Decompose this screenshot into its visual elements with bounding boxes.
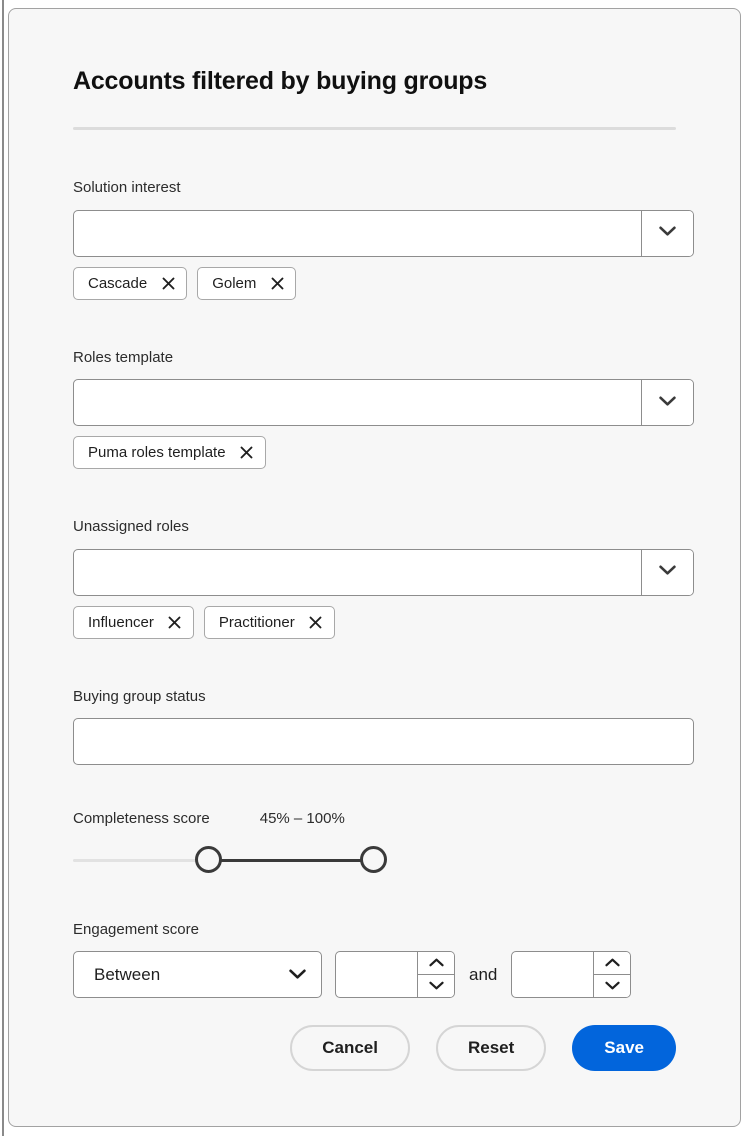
engagement-min-decrement-button[interactable] [418, 975, 454, 997]
roles-template-input[interactable] [74, 380, 641, 425]
engagement-min-input[interactable] [336, 952, 417, 997]
engagement-max-decrement-button[interactable] [594, 975, 631, 997]
close-icon[interactable] [309, 615, 323, 629]
chip-label: Golem [212, 274, 257, 292]
chevron-down-icon [289, 965, 306, 985]
title-divider [73, 127, 676, 130]
unassigned-roles-input[interactable] [74, 549, 641, 595]
reset-button[interactable]: Reset [435, 1025, 547, 1071]
engagement-max-input[interactable] [512, 952, 594, 997]
chevron-down-icon [659, 394, 676, 412]
chevron-up-icon [428, 954, 444, 972]
engagement-score-label: Engagement score [73, 920, 199, 938]
field-engagement-score: Engagement score Between and [73, 920, 676, 998]
close-icon[interactable] [168, 615, 182, 629]
chevron-up-icon [605, 954, 620, 972]
filter-dialog: Accounts filtered by buying groups Solut… [8, 8, 741, 1127]
window-edge-sliver [2, 0, 4, 1136]
unassigned-roles-combobox[interactable] [73, 548, 694, 596]
unassigned-roles-dropdown-button[interactable] [641, 549, 693, 595]
cancel-button[interactable]: Cancel [290, 1025, 410, 1071]
buying-group-status-label: Buying group status [73, 687, 206, 705]
slider-handle-max[interactable] [359, 845, 387, 873]
unassigned-roles-chip-list: Influencer Practitioner [73, 605, 676, 639]
field-roles-template: Roles template Puma roles template [73, 348, 694, 469]
chip[interactable]: Golem [197, 266, 297, 300]
roles-template-chip-list: Puma roles template [73, 436, 676, 469]
chevron-down-icon [428, 977, 444, 995]
chip-label: Puma roles template [88, 444, 226, 461]
completeness-score-slider[interactable] [73, 845, 387, 876]
roles-template-dropdown-button[interactable] [641, 380, 693, 425]
chip[interactable]: Influencer [73, 605, 194, 639]
solution-interest-input[interactable] [74, 210, 641, 256]
field-solution-interest: Solution interest Cascade Golem [73, 178, 694, 300]
solution-interest-dropdown-button[interactable] [641, 210, 693, 256]
chip-label: Influencer [88, 613, 154, 631]
unassigned-roles-label: Unassigned roles [73, 518, 189, 535]
slider-filled-range [219, 858, 362, 862]
engagement-conjunction-label: and [469, 964, 498, 984]
engagement-max-stepper[interactable] [511, 951, 632, 998]
chip[interactable]: Practitioner [203, 605, 335, 639]
chevron-down-icon [605, 977, 620, 995]
roles-template-combobox[interactable] [73, 379, 694, 426]
completeness-score-value: 45% – 100% [259, 810, 345, 827]
completeness-score-header: Completeness score 45% – 100% [73, 809, 676, 829]
engagement-operator-select[interactable]: Between [73, 951, 322, 998]
solution-interest-chip-list: Cascade Golem [73, 266, 676, 300]
engagement-min-increment-button[interactable] [418, 952, 454, 975]
chip-label: Cascade [88, 274, 148, 292]
solution-interest-label: Solution interest [73, 179, 181, 196]
close-icon[interactable] [270, 276, 284, 290]
roles-template-label: Roles template [73, 348, 174, 366]
field-completeness-score: Completeness score 45% – 100% [73, 809, 676, 876]
close-icon[interactable] [240, 446, 254, 460]
chevron-down-icon [659, 563, 676, 581]
engagement-min-stepper[interactable] [335, 951, 455, 998]
buying-group-status-input[interactable] [73, 718, 694, 765]
slider-handle-min[interactable] [194, 845, 222, 873]
completeness-score-label: Completeness score [73, 810, 210, 827]
dialog-footer: Cancel Reset Save [290, 1025, 676, 1071]
solution-interest-combobox[interactable] [73, 209, 694, 257]
chip[interactable]: Cascade [73, 266, 188, 300]
field-buying-group-status: Buying group status [73, 687, 694, 765]
chip-label: Practitioner [218, 613, 295, 631]
save-button[interactable]: Save [572, 1025, 676, 1071]
engagement-operator-value: Between [94, 964, 161, 984]
chevron-down-icon [659, 224, 676, 242]
field-unassigned-roles: Unassigned roles Influencer Practitioner [73, 517, 694, 639]
page-title: Accounts filtered by buying groups [73, 67, 488, 95]
close-icon[interactable] [161, 276, 175, 290]
chip[interactable]: Puma roles template [73, 436, 266, 469]
engagement-max-increment-button[interactable] [594, 952, 631, 975]
